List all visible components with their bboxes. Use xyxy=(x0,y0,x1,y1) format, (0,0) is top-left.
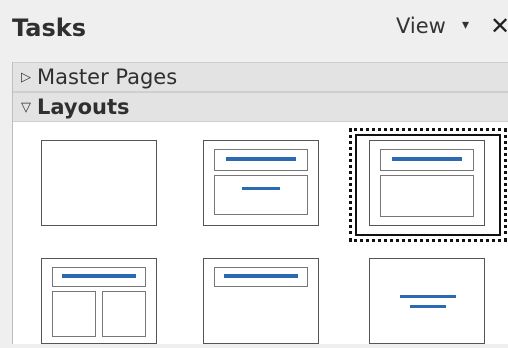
layout-thumbnail xyxy=(203,258,319,344)
section-label-layouts: Layouts xyxy=(37,95,130,119)
title-line-icon xyxy=(224,274,298,278)
layout-thumbnail xyxy=(369,258,485,344)
layout-blank-slide[interactable] xyxy=(41,140,159,230)
subtitle-line-icon xyxy=(242,187,280,190)
section-label-master-pages: Master Pages xyxy=(37,65,178,89)
left-content-box xyxy=(52,291,96,337)
panel-header: Tasks View ▾ ✕ xyxy=(0,0,508,58)
centered-subtitle-line-icon xyxy=(410,305,446,308)
layout-thumbnail xyxy=(41,258,157,344)
layout-centered-text[interactable] xyxy=(369,258,487,348)
right-content-box xyxy=(102,291,146,337)
title-line-icon xyxy=(62,274,136,278)
layout-title-only[interactable] xyxy=(203,258,321,348)
view-menu-button[interactable]: View xyxy=(396,14,446,38)
close-icon[interactable]: ✕ xyxy=(490,12,508,40)
layout-title-two-content[interactable] xyxy=(41,258,159,348)
layouts-grid xyxy=(13,122,508,344)
content-placeholder-box xyxy=(380,175,474,217)
panel-title: Tasks xyxy=(12,14,87,42)
content-placeholder-box xyxy=(214,175,308,215)
layout-title-content[interactable] xyxy=(203,140,321,230)
section-layouts[interactable]: ▽ Layouts xyxy=(13,92,508,122)
layout-thumbnail xyxy=(41,140,157,226)
title-line-icon xyxy=(226,157,296,161)
layout-thumbnail xyxy=(369,140,485,226)
expanded-chevron-icon: ▽ xyxy=(21,99,31,115)
section-master-pages[interactable]: ▷ Master Pages xyxy=(13,62,508,92)
layout-title-and-content[interactable] xyxy=(349,128,508,242)
task-sections: ▷ Master Pages ▽ Layouts xyxy=(12,62,508,344)
centered-title-line-icon xyxy=(400,295,456,298)
layout-thumbnail xyxy=(203,140,319,226)
title-line-icon xyxy=(392,157,462,161)
view-dropdown-arrow-icon[interactable]: ▾ xyxy=(462,17,469,33)
collapsed-chevron-icon: ▷ xyxy=(21,69,31,85)
